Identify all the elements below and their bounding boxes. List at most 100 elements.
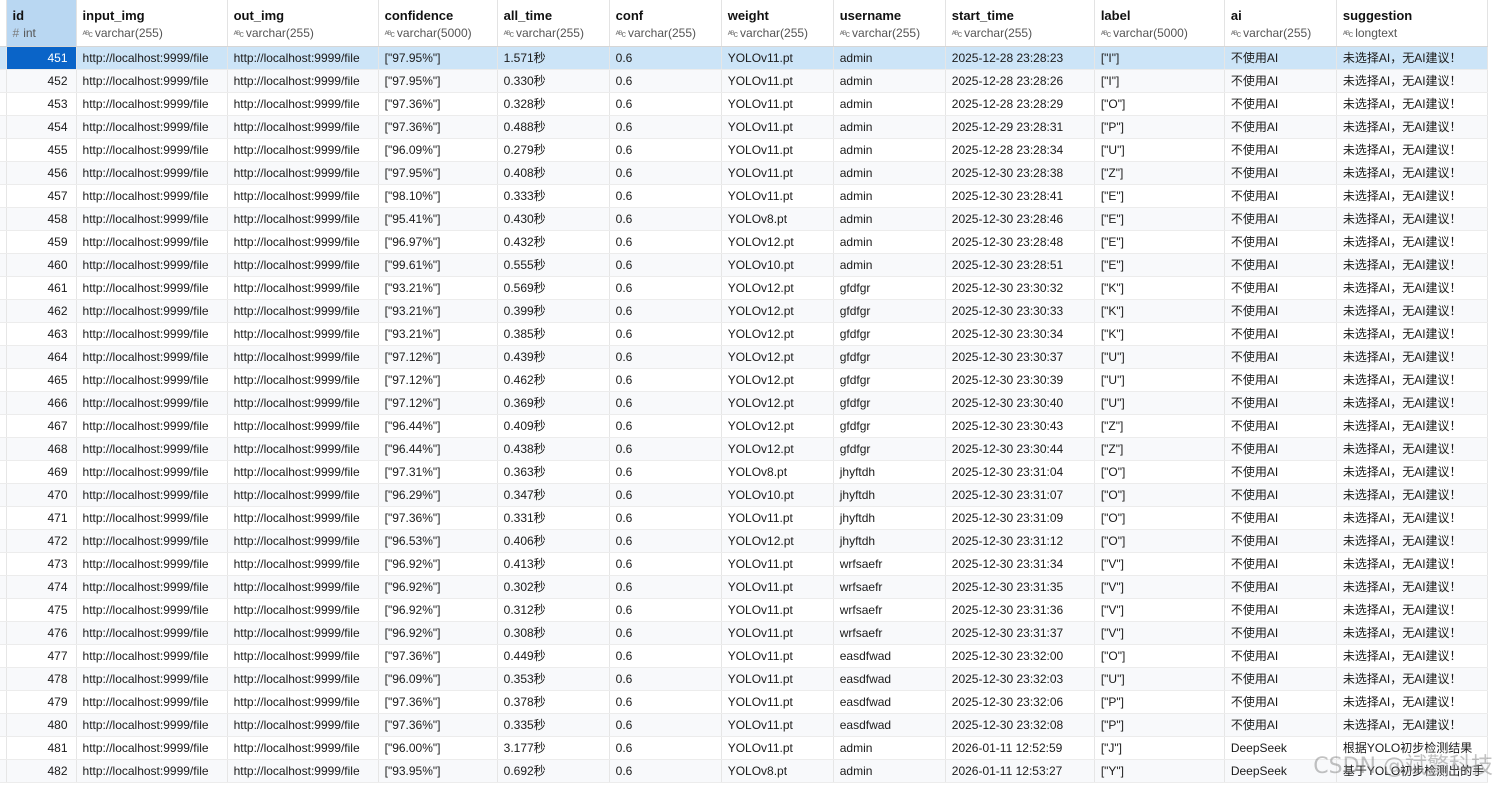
table-row[interactable]: 469 http://localhost:9999/file http://loca… <box>0 460 1489 484</box>
cell-username[interactable]: admin <box>833 92 946 116</box>
cell-label[interactable]: ["V"] <box>1094 552 1225 576</box>
cell-label[interactable]: ["K"] <box>1094 276 1225 300</box>
cell-conf[interactable]: 0.6 <box>609 92 722 116</box>
cell-out-img[interactable]: http://localhost:9999/file <box>227 276 379 300</box>
cell-input-img[interactable]: http://localhost:9999/file <box>76 115 228 139</box>
cell-ai[interactable]: 不使用AI <box>1224 414 1337 438</box>
cell-username[interactable]: wrfsaefr <box>833 621 946 645</box>
cell-username[interactable]: wrfsaefr <box>833 552 946 576</box>
cell-username[interactable]: admin <box>833 69 946 93</box>
table-row[interactable]: 454 http://localhost:9999/file http://loca… <box>0 115 1489 139</box>
cell-suggestion[interactable]: 未选择AI，无AI建议！ <box>1336 713 1489 737</box>
cell-input-img[interactable]: http://localhost:9999/file <box>76 207 228 231</box>
cell-confidence[interactable]: ["96.92%"] <box>378 598 498 622</box>
table-row[interactable]: 452 http://localhost:9999/file http://loca… <box>0 69 1489 93</box>
cell-id[interactable]: 470 <box>6 483 77 507</box>
cell-all-time[interactable]: 0.462秒 <box>497 368 610 392</box>
column-header-out-img[interactable]: out_img ᴬᴮc varchar(255) <box>227 0 379 47</box>
cell-ai[interactable]: DeepSeek <box>1224 759 1337 783</box>
cell-username[interactable]: gfdfgr <box>833 322 946 346</box>
cell-weight[interactable]: YOLOv12.pt <box>721 345 834 369</box>
cell-start-time[interactable]: 2025-12-30 23:30:43 <box>945 414 1095 438</box>
cell-id[interactable]: 453 <box>6 92 77 116</box>
cell-confidence[interactable]: ["96.29%"] <box>378 483 498 507</box>
cell-start-time[interactable]: 2025-12-30 23:31:07 <box>945 483 1095 507</box>
cell-suggestion[interactable]: 未选择AI，无AI建议！ <box>1336 69 1489 93</box>
cell-confidence[interactable]: ["93.95%"] <box>378 759 498 783</box>
column-header-all-time[interactable]: all_time ᴬᴮc varchar(255) <box>497 0 610 47</box>
cell-suggestion[interactable]: 未选择AI，无AI建议！ <box>1336 184 1489 208</box>
cell-conf[interactable]: 0.6 <box>609 115 722 139</box>
cell-input-img[interactable]: http://localhost:9999/file <box>76 552 228 576</box>
cell-confidence[interactable]: ["93.21%"] <box>378 299 498 323</box>
cell-label[interactable]: ["I"] <box>1094 46 1225 70</box>
cell-username[interactable]: gfdfgr <box>833 276 946 300</box>
cell-weight[interactable]: YOLOv12.pt <box>721 391 834 415</box>
cell-ai[interactable]: 不使用AI <box>1224 138 1337 162</box>
cell-out-img[interactable]: http://localhost:9999/file <box>227 575 379 599</box>
cell-ai[interactable]: 不使用AI <box>1224 69 1337 93</box>
table-row[interactable]: 475 http://localhost:9999/file http://loca… <box>0 598 1489 622</box>
cell-username[interactable]: gfdfgr <box>833 414 946 438</box>
cell-label[interactable]: ["U"] <box>1094 391 1225 415</box>
cell-out-img[interactable]: http://localhost:9999/file <box>227 322 379 346</box>
cell-all-time[interactable]: 0.488秒 <box>497 115 610 139</box>
cell-start-time[interactable]: 2025-12-30 23:30:39 <box>945 368 1095 392</box>
cell-suggestion[interactable]: 未选择AI，无AI建议！ <box>1336 552 1489 576</box>
cell-ai[interactable]: 不使用AI <box>1224 391 1337 415</box>
cell-input-img[interactable]: http://localhost:9999/file <box>76 368 228 392</box>
cell-username[interactable]: admin <box>833 207 946 231</box>
cell-confidence[interactable]: ["99.61%"] <box>378 253 498 277</box>
cell-all-time[interactable]: 0.432秒 <box>497 230 610 254</box>
cell-weight[interactable]: YOLOv11.pt <box>721 138 834 162</box>
cell-id[interactable]: 458 <box>6 207 77 231</box>
cell-weight[interactable]: YOLOv12.pt <box>721 529 834 553</box>
cell-input-img[interactable]: http://localhost:9999/file <box>76 644 228 668</box>
cell-username[interactable]: easdfwad <box>833 713 946 737</box>
cell-start-time[interactable]: 2026-01-11 12:53:27 <box>945 759 1095 783</box>
cell-out-img[interactable]: http://localhost:9999/file <box>227 345 379 369</box>
cell-suggestion[interactable]: 未选择AI，无AI建议！ <box>1336 115 1489 139</box>
cell-username[interactable]: admin <box>833 161 946 185</box>
cell-input-img[interactable]: http://localhost:9999/file <box>76 391 228 415</box>
cell-ai[interactable]: 不使用AI <box>1224 115 1337 139</box>
cell-weight[interactable]: YOLOv10.pt <box>721 483 834 507</box>
cell-username[interactable]: admin <box>833 759 946 783</box>
cell-conf[interactable]: 0.6 <box>609 322 722 346</box>
cell-label[interactable]: ["O"] <box>1094 506 1225 530</box>
table-row[interactable]: 474 http://localhost:9999/file http://loca… <box>0 575 1489 599</box>
cell-conf[interactable]: 0.6 <box>609 598 722 622</box>
column-header-start-time[interactable]: start_time ᴬᴮc varchar(255) <box>945 0 1095 47</box>
table-row[interactable]: 460 http://localhost:9999/file http://loca… <box>0 253 1489 277</box>
cell-weight[interactable]: YOLOv11.pt <box>721 621 834 645</box>
cell-start-time[interactable]: 2025-12-30 23:32:08 <box>945 713 1095 737</box>
cell-ai[interactable]: 不使用AI <box>1224 483 1337 507</box>
cell-conf[interactable]: 0.6 <box>609 667 722 691</box>
cell-out-img[interactable]: http://localhost:9999/file <box>227 69 379 93</box>
cell-id[interactable]: 471 <box>6 506 77 530</box>
cell-start-time[interactable]: 2025-12-30 23:30:37 <box>945 345 1095 369</box>
cell-id[interactable]: 479 <box>6 690 77 714</box>
cell-id[interactable]: 465 <box>6 368 77 392</box>
cell-label[interactable]: ["O"] <box>1094 460 1225 484</box>
cell-ai[interactable]: 不使用AI <box>1224 713 1337 737</box>
cell-input-img[interactable]: http://localhost:9999/file <box>76 322 228 346</box>
cell-weight[interactable]: YOLOv11.pt <box>721 690 834 714</box>
cell-confidence[interactable]: ["96.44%"] <box>378 437 498 461</box>
cell-out-img[interactable]: http://localhost:9999/file <box>227 667 379 691</box>
cell-out-img[interactable]: http://localhost:9999/file <box>227 506 379 530</box>
cell-start-time[interactable]: 2025-12-30 23:31:36 <box>945 598 1095 622</box>
cell-input-img[interactable]: http://localhost:9999/file <box>76 276 228 300</box>
cell-start-time[interactable]: 2025-12-30 23:28:51 <box>945 253 1095 277</box>
table-row[interactable]: 482 http://localhost:9999/file http://loca… <box>0 759 1489 783</box>
cell-conf[interactable]: 0.6 <box>609 736 722 760</box>
cell-label[interactable]: ["I"] <box>1094 69 1225 93</box>
column-header-suggestion[interactable]: suggestion ᴬᴮc longtext <box>1336 0 1489 47</box>
cell-input-img[interactable]: http://localhost:9999/file <box>76 736 228 760</box>
cell-confidence[interactable]: ["93.21%"] <box>378 322 498 346</box>
cell-out-img[interactable]: http://localhost:9999/file <box>227 736 379 760</box>
cell-start-time[interactable]: 2025-12-30 23:28:48 <box>945 230 1095 254</box>
table-row[interactable]: 480 http://localhost:9999/file http://loca… <box>0 713 1489 737</box>
cell-conf[interactable]: 0.6 <box>609 276 722 300</box>
cell-out-img[interactable]: http://localhost:9999/file <box>227 598 379 622</box>
